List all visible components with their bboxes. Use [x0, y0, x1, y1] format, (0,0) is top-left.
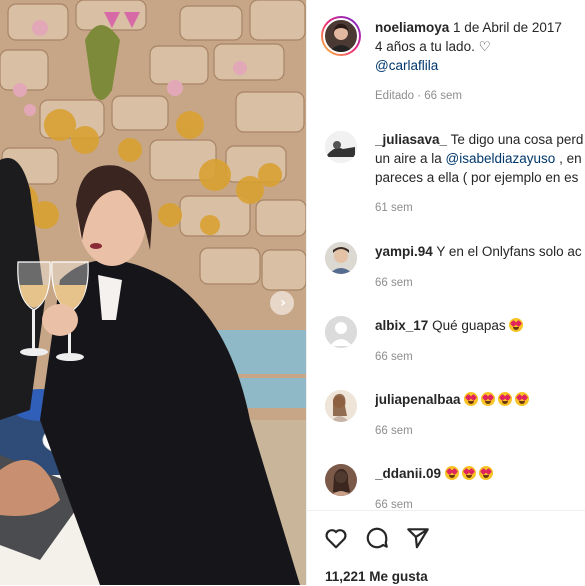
comment-text: _ddanii.09 [375, 465, 585, 483]
comment-mention[interactable]: @isabeldiazayuso [446, 151, 556, 166]
comment-username[interactable]: _juliasava_ [375, 132, 447, 147]
chevron-right-icon: › [280, 295, 286, 311]
next-photo-button[interactable]: › [270, 291, 294, 315]
post-date: 1 de Abril de 2017 [453, 20, 562, 35]
heart-eyes-emoji-icon [481, 392, 496, 406]
heart-outline-icon[interactable] [323, 525, 351, 553]
comment-time: 61 sem [375, 202, 413, 214]
heart-eyes-emoji-icon [464, 392, 479, 406]
comment-time: 66 sem [375, 499, 413, 510]
comment-time: 66 sem [375, 277, 413, 289]
comment-body: , en [555, 151, 582, 166]
comment-body: Qué guapas [432, 318, 506, 333]
comment-username[interactable]: _ddanii.09 [375, 466, 441, 481]
post-actions-bar: 11,221 Me gusta [307, 510, 585, 586]
post-photo[interactable]: › [0, 0, 306, 585]
heart-eyes-emoji-icon [498, 392, 513, 406]
comment-username[interactable]: albix_17 [375, 318, 428, 333]
heart-eyes-emoji-icon [509, 318, 524, 332]
paper-plane-icon[interactable] [405, 525, 433, 553]
comments-list[interactable]: noeliamoya 1 de Abril de 2017 4 años a t… [307, 0, 585, 510]
comment-username[interactable]: juliapenalbaa [375, 392, 461, 407]
comment-body: Y en el Onlyfans solo ac [436, 244, 582, 259]
comment-text-line-2: un aire a la @isabeldiazayuso , en [375, 150, 585, 168]
comment-body: un aire a la [375, 151, 446, 166]
caption-line-1: noeliamoya 1 de Abril de 2017 [375, 19, 585, 37]
commenter-avatar[interactable] [325, 464, 357, 496]
comment-time: 66 sem [375, 425, 413, 437]
heart-eyes-emoji-icon [515, 392, 530, 406]
comment-time: 66 sem [375, 351, 413, 363]
likes-count[interactable]: 11,221 Me gusta [325, 569, 428, 584]
caption-mention[interactable]: @carlaflila [375, 57, 585, 75]
heart-eyes-emoji-icon [461, 466, 476, 480]
author-username[interactable]: noeliamoya [375, 20, 449, 35]
post-photo-image [0, 0, 306, 585]
comment-text: juliapenalbaa [375, 391, 585, 409]
comment-bubble-icon[interactable] [364, 525, 392, 553]
commenter-avatar[interactable] [325, 390, 357, 422]
commenter-avatar[interactable] [325, 242, 357, 274]
comment-text: albix_17 Qué guapas [375, 317, 585, 335]
comment-text: _juliasava_ Te digo una cosa perd [375, 131, 585, 149]
author-avatar[interactable] [321, 16, 361, 56]
comment-username[interactable]: yampi.94 [375, 244, 433, 259]
caption-text: 4 años a tu lado. ♡ [375, 39, 491, 54]
comment-body: Te digo una cosa perd [450, 132, 584, 147]
commenter-avatar[interactable] [325, 131, 357, 163]
heart-eyes-emoji-icon [478, 466, 493, 480]
default-avatar-icon[interactable] [325, 316, 357, 348]
comment-text-line-3: pareces a ella ( por ejemplo en es [375, 170, 579, 185]
comment-text: yampi.94 Y en el Onlyfans solo ac [375, 243, 585, 261]
post-side-panel: noeliamoya 1 de Abril de 2017 4 años a t… [306, 0, 585, 585]
caption-edited-meta: Editado · 66 sem [375, 90, 462, 102]
heart-eyes-emoji-icon [444, 466, 459, 480]
